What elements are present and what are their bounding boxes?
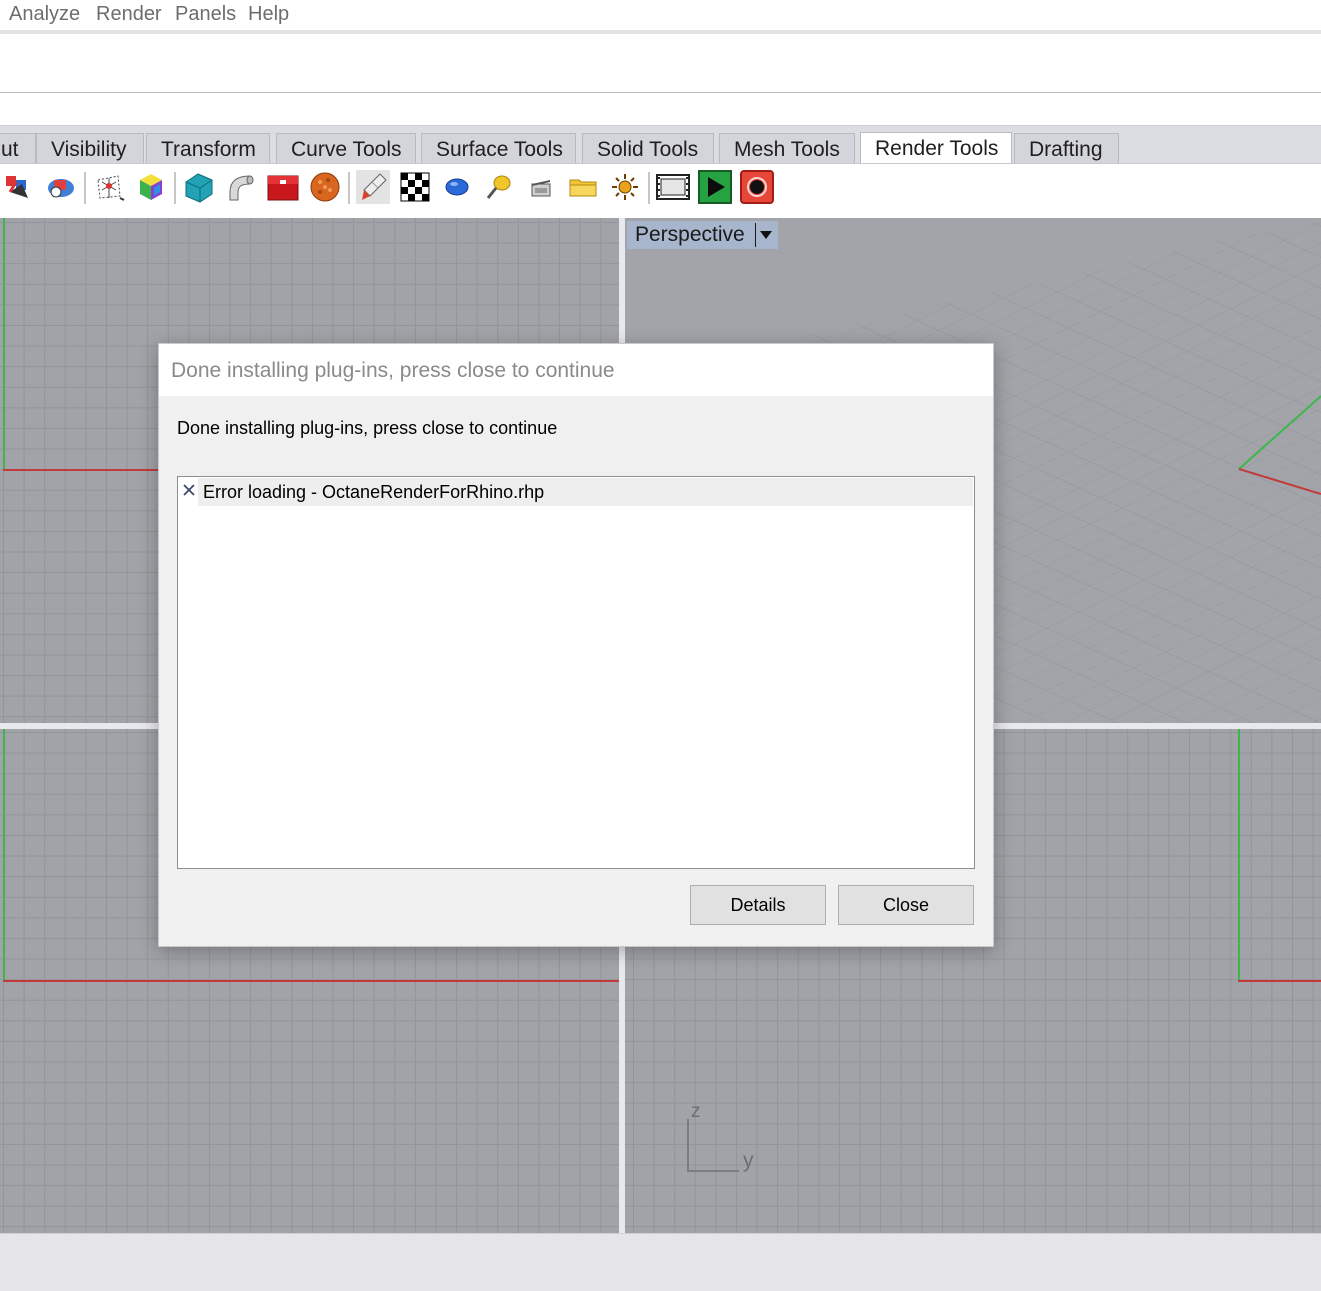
tab-solid-tools[interactable]: Solid Tools bbox=[582, 133, 714, 163]
y-axis-line bbox=[3, 218, 5, 470]
camera-icon[interactable] bbox=[524, 170, 558, 204]
render-tools-icon[interactable] bbox=[2, 170, 36, 204]
command-prompt-area[interactable] bbox=[0, 93, 1321, 125]
chevron-down-icon[interactable] bbox=[759, 231, 772, 239]
tab-visibility[interactable]: Visibility bbox=[36, 133, 144, 163]
tab-mesh-tools[interactable]: Mesh Tools bbox=[719, 133, 855, 163]
menu-item-panels[interactable]: Panels bbox=[175, 3, 236, 26]
tab-transform[interactable]: Transform bbox=[146, 133, 270, 163]
menu-item-render[interactable]: Render bbox=[96, 3, 162, 26]
x-axis-line bbox=[3, 980, 619, 982]
toolbar-separator bbox=[348, 172, 350, 204]
error-x-icon bbox=[183, 484, 195, 496]
toolbar-separator bbox=[174, 172, 176, 204]
pipe-icon[interactable] bbox=[224, 170, 258, 204]
spotlight-icon[interactable] bbox=[482, 170, 516, 204]
tab-label: Solid Tools bbox=[597, 138, 699, 161]
color-cube-icon[interactable] bbox=[134, 170, 168, 204]
render-settings-icon[interactable] bbox=[44, 170, 78, 204]
play-icon[interactable] bbox=[698, 170, 732, 204]
lights-icon[interactable] bbox=[92, 170, 126, 204]
toolbar-separator bbox=[84, 172, 86, 204]
y-axis-line bbox=[1238, 980, 1321, 982]
film-icon[interactable] bbox=[656, 170, 690, 204]
axis-y-label: y bbox=[743, 1149, 754, 1172]
dialog-titlebar[interactable]: Done installing plug-ins, press close to… bbox=[159, 344, 993, 396]
dialog-message: Done installing plug-ins, press close to… bbox=[177, 418, 558, 438]
plugin-status-list[interactable]: Error loading - OctaneRenderForRhino.rhp bbox=[177, 476, 975, 869]
tab-label: Surface Tools bbox=[436, 138, 563, 161]
command-history-area[interactable] bbox=[0, 34, 1321, 92]
tab-label: Transform bbox=[161, 138, 256, 161]
tab-label: Drafting bbox=[1029, 138, 1103, 161]
tab-label: Curve Tools bbox=[291, 138, 402, 161]
axis-gizmo-vertical bbox=[687, 1119, 689, 1171]
tab-drafting[interactable]: Drafting bbox=[1014, 133, 1119, 163]
viewport-title-divider bbox=[754, 223, 756, 247]
axis-gizmo-horizontal bbox=[687, 1170, 739, 1172]
menu-item-analyze[interactable]: Analyze bbox=[9, 3, 80, 26]
toolbox-icon[interactable] bbox=[266, 170, 300, 204]
z-axis-line bbox=[1238, 729, 1240, 981]
brush-icon[interactable] bbox=[356, 170, 390, 204]
tab-label: Render Tools bbox=[875, 137, 999, 160]
ellipse-icon[interactable] bbox=[440, 170, 474, 204]
list-item-text: Error loading - OctaneRenderForRhino.rhp bbox=[203, 482, 545, 502]
texture-sphere-icon[interactable] bbox=[308, 170, 342, 204]
tab-curve-tools[interactable]: Curve Tools bbox=[276, 133, 416, 163]
toolbar-separator bbox=[648, 172, 650, 204]
plugin-install-dialog: Done installing plug-ins, press close to… bbox=[158, 343, 994, 947]
close-button[interactable]: Close bbox=[838, 885, 974, 925]
dialog-title: Done installing plug-ins, press close to… bbox=[171, 359, 615, 382]
axis-z-label: z bbox=[691, 1101, 701, 1122]
tab-surface-tools[interactable]: Surface Tools bbox=[421, 133, 576, 163]
viewport-title-label: Perspective bbox=[635, 223, 745, 246]
environment-icon[interactable] bbox=[182, 170, 216, 204]
details-button[interactable]: Details bbox=[690, 885, 826, 925]
folder-icon[interactable] bbox=[566, 170, 600, 204]
tab-label: Visibility bbox=[51, 138, 127, 161]
tab-label: ut bbox=[1, 138, 19, 161]
checker-icon[interactable] bbox=[398, 170, 432, 204]
status-bar bbox=[0, 1233, 1321, 1291]
tab-label: Mesh Tools bbox=[734, 138, 840, 161]
viewport-title-perspective[interactable]: Perspective bbox=[627, 221, 778, 249]
record-icon[interactable] bbox=[740, 170, 774, 204]
z-axis-line bbox=[3, 729, 5, 981]
sun-icon[interactable] bbox=[608, 170, 642, 204]
tab-layout[interactable]: ut bbox=[0, 133, 36, 163]
menu-item-help[interactable]: Help bbox=[248, 3, 289, 26]
menu-bar: Analyze Render Panels Help bbox=[0, 0, 1321, 30]
tab-render-tools[interactable]: Render Tools bbox=[860, 132, 1012, 164]
